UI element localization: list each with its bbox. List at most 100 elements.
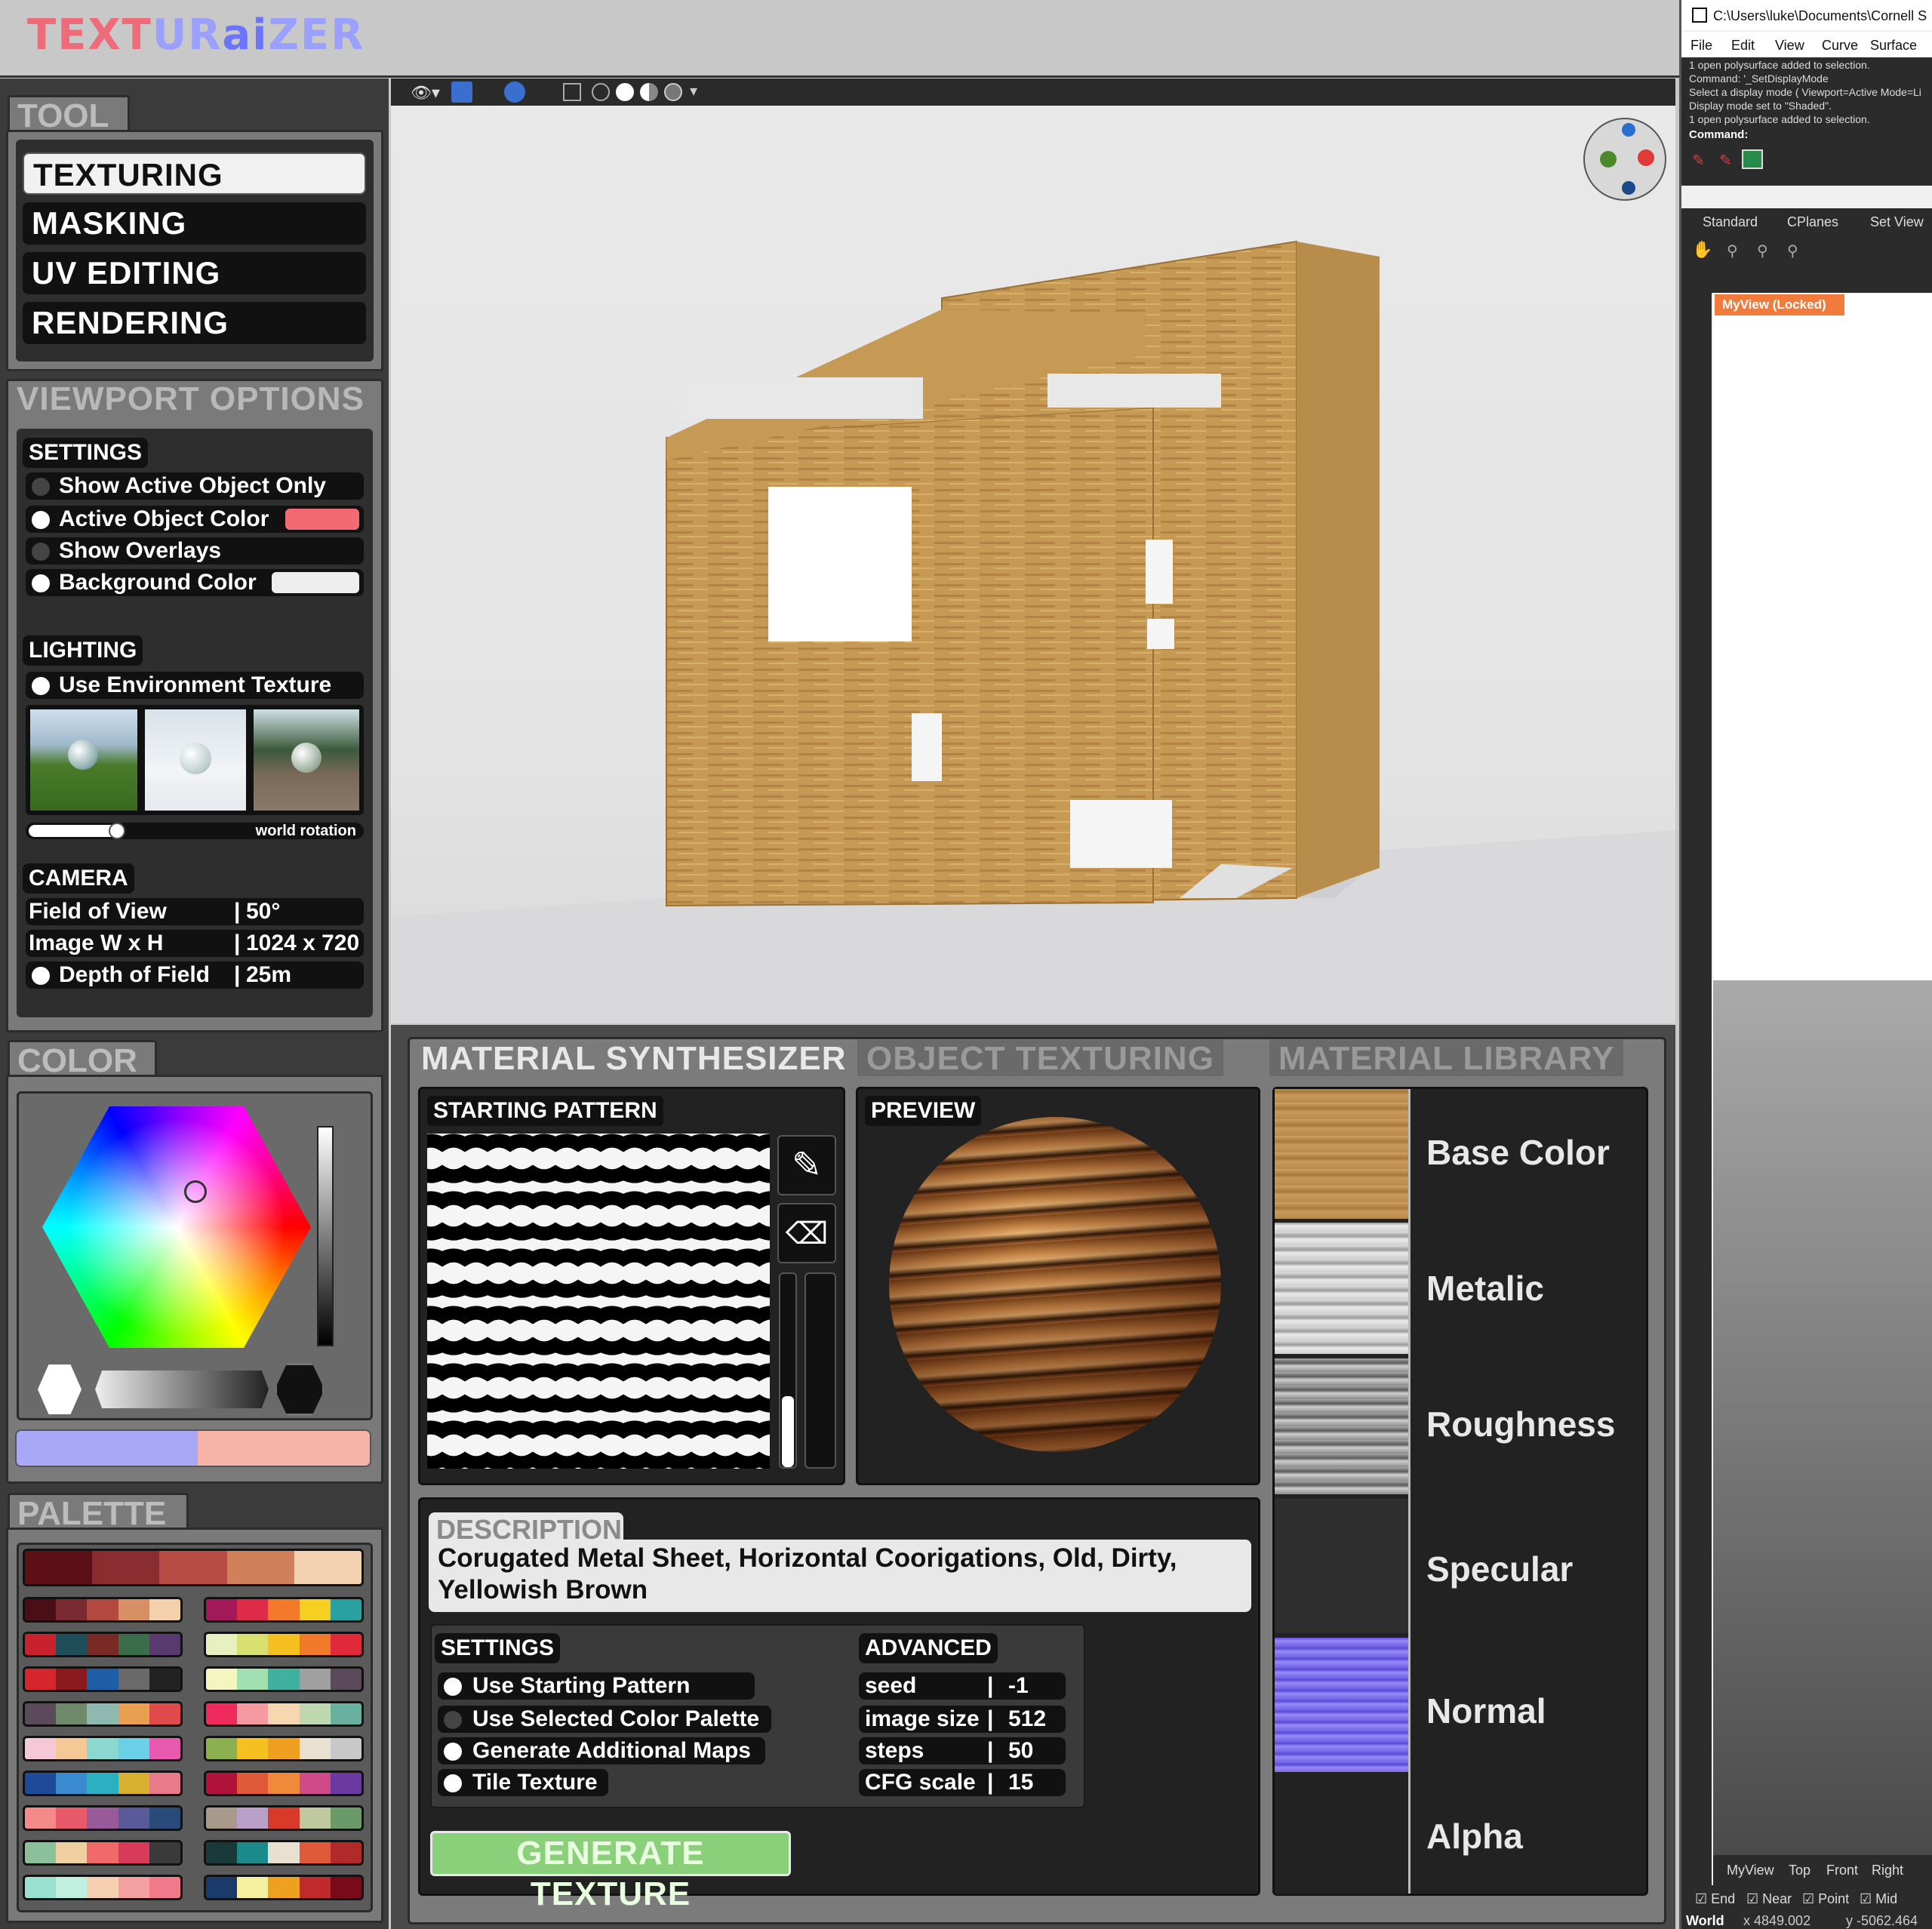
use-starting-pattern-toggle[interactable]: Use Starting Pattern: [438, 1672, 755, 1700]
eraser-icon[interactable]: ⌫: [777, 1203, 836, 1263]
palette-swatch[interactable]: [237, 1877, 269, 1898]
palette-swatch[interactable]: [118, 1842, 149, 1863]
color-picker-marker[interactable]: [184, 1180, 207, 1203]
palette-swatch[interactable]: [299, 1669, 331, 1690]
palette-row[interactable]: [204, 1771, 364, 1796]
palette-swatch[interactable]: [206, 1703, 238, 1724]
palette-swatch[interactable]: [268, 1773, 300, 1794]
menu-view[interactable]: View: [1775, 38, 1804, 54]
tool-uv-editing-button[interactable]: UV EDITING: [23, 252, 366, 294]
palette-swatch[interactable]: [206, 1599, 238, 1620]
seed-field[interactable]: seed | -1: [859, 1672, 1066, 1700]
palette-swatch[interactable]: [268, 1669, 300, 1690]
palette-row[interactable]: [204, 1666, 364, 1692]
palette-swatch[interactable]: [56, 1807, 88, 1829]
palette-swatch[interactable]: [330, 1807, 361, 1829]
palette-swatch[interactable]: [268, 1877, 300, 1898]
palette-swatch[interactable]: [118, 1703, 149, 1724]
normal-thumb[interactable]: [1275, 1638, 1409, 1772]
brush-icon[interactable]: ✎: [777, 1135, 836, 1195]
palette-swatch[interactable]: [92, 1551, 160, 1584]
active-object-color-swatch[interactable]: [285, 509, 359, 530]
show-overlays-toggle[interactable]: Show Overlays: [26, 537, 364, 565]
secondary-color[interactable]: [198, 1431, 370, 1466]
palette-row[interactable]: [23, 1632, 183, 1657]
palette-swatch[interactable]: [87, 1842, 118, 1863]
palette-swatch[interactable]: [56, 1634, 88, 1655]
active-object-color-toggle[interactable]: Active Object Color: [26, 506, 364, 533]
plugin-icon[interactable]: [1742, 149, 1763, 169]
gizmo-x-axis[interactable]: [1638, 149, 1654, 166]
brush-size-slider[interactable]: [779, 1272, 797, 1469]
image-size-input[interactable]: image size | 512: [859, 1706, 1066, 1733]
viewport-title-myview[interactable]: MyView (Locked): [1715, 294, 1844, 315]
rendered-shading-icon[interactable]: [664, 83, 682, 101]
background-color-swatch[interactable]: [272, 572, 359, 593]
palette-swatch[interactable]: [118, 1877, 149, 1898]
palette-swatch[interactable]: [87, 1738, 118, 1759]
starting-pattern-canvas[interactable]: [427, 1134, 770, 1469]
palette-row[interactable]: [23, 1736, 183, 1761]
select-mode-icon[interactable]: [451, 82, 472, 103]
palette-swatch[interactable]: [149, 1807, 180, 1829]
view-tab-top[interactable]: Top: [1789, 1863, 1810, 1878]
palette-swatch[interactable]: [299, 1842, 331, 1863]
tab-set-view[interactable]: Set View: [1870, 214, 1924, 230]
menu-curve[interactable]: Curve: [1822, 38, 1858, 54]
palette-row[interactable]: [204, 1875, 364, 1900]
palette-swatch[interactable]: [299, 1807, 331, 1829]
palette-swatch[interactable]: [206, 1669, 238, 1690]
depth-of-field-toggle[interactable]: Depth of Field | 25m: [26, 961, 364, 989]
palette-swatch[interactable]: [206, 1877, 238, 1898]
palette-swatch[interactable]: [330, 1703, 361, 1724]
palette-swatch[interactable]: [25, 1807, 57, 1829]
palette-swatch[interactable]: [237, 1738, 269, 1759]
palette-swatch[interactable]: [206, 1773, 238, 1794]
wireframe-shading-icon[interactable]: [592, 83, 610, 101]
grayscale-swatches[interactable]: [95, 1371, 269, 1408]
palette-swatch[interactable]: [206, 1738, 238, 1759]
palette-swatch[interactable]: [299, 1703, 331, 1724]
palette-swatch[interactable]: [226, 1551, 294, 1584]
zoom-extents-icon[interactable]: ⚲: [1787, 242, 1798, 260]
specular-map-label[interactable]: Specular: [1426, 1549, 1573, 1589]
show-active-object-only-toggle[interactable]: Show Active Object Only: [26, 472, 364, 500]
palette-swatch[interactable]: [330, 1669, 361, 1690]
alpha-thumb[interactable]: [1275, 1777, 1409, 1894]
palette-swatch[interactable]: [237, 1703, 269, 1724]
palette-swatch[interactable]: [237, 1807, 269, 1829]
tab-material-library[interactable]: MATERIAL LIBRARY: [1269, 1040, 1624, 1077]
metalic-map-label[interactable]: Metalic: [1426, 1268, 1544, 1309]
brightness-slider[interactable]: [317, 1126, 334, 1346]
palette-swatch[interactable]: [118, 1669, 149, 1690]
gizmo-icon[interactable]: [504, 82, 525, 103]
metalic-thumb[interactable]: [1275, 1223, 1409, 1354]
osnap-end[interactable]: ☑ End: [1695, 1891, 1735, 1907]
palette-swatch[interactable]: [149, 1877, 180, 1898]
palette-swatch[interactable]: [118, 1634, 149, 1655]
palette-swatch[interactable]: [118, 1773, 149, 1794]
palette-swatch[interactable]: [237, 1669, 269, 1690]
palette-swatch[interactable]: [237, 1773, 269, 1794]
primary-color[interactable]: [17, 1431, 198, 1466]
osnap-near[interactable]: ☑ Near: [1746, 1891, 1792, 1907]
palette-row[interactable]: [23, 1597, 183, 1623]
palette-row[interactable]: [23, 1875, 183, 1900]
description-input[interactable]: Corugated Metal Sheet, Horizontal Coorig…: [429, 1540, 1251, 1612]
material-shading-icon[interactable]: [640, 83, 658, 101]
palette-swatch[interactable]: [87, 1877, 118, 1898]
palette-swatch[interactable]: [268, 1807, 300, 1829]
alpha-map-label[interactable]: Alpha: [1426, 1816, 1523, 1857]
palette-swatch[interactable]: [25, 1599, 57, 1620]
steps-field[interactable]: steps | 50: [859, 1737, 1066, 1764]
palette-row[interactable]: [204, 1736, 364, 1761]
osnap-point[interactable]: ☑ Point: [1802, 1891, 1849, 1907]
navigation-gizmo[interactable]: [1583, 118, 1666, 201]
env-thumb-meadow[interactable]: [30, 709, 137, 811]
palette-swatch[interactable]: [25, 1669, 57, 1690]
gizmo-z-axis[interactable]: [1622, 123, 1635, 137]
view-tab-right[interactable]: Right: [1872, 1863, 1903, 1878]
menu-surface[interactable]: Surface: [1870, 38, 1917, 54]
world-rotation-slider[interactable]: world rotation: [26, 823, 364, 839]
palette-swatch[interactable]: [56, 1669, 88, 1690]
